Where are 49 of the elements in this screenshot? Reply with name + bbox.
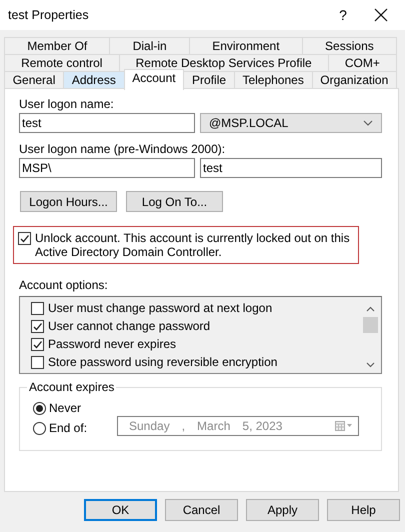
date-part: , [182, 419, 186, 433]
window-title: test Properties [8, 8, 90, 22]
checkbox-label: User must change password at next logon [48, 301, 272, 315]
date-part: 5, 2023 [242, 419, 282, 433]
tab[interactable]: Telephones [234, 71, 313, 88]
checkbox[interactable] [31, 302, 44, 315]
dialog-button[interactable]: Logon Hours... [20, 191, 117, 212]
tab[interactable]: Organization [312, 71, 397, 88]
section-label: Account options: [19, 278, 109, 292]
radio-label: Never [49, 401, 82, 415]
field-label: User logon name (pre-Windows 2000): [19, 142, 226, 156]
checkbox-label: Store password using reversible encryption [48, 355, 278, 369]
date-part: Sunday [129, 419, 170, 433]
checkbox-label: User cannot change password [48, 319, 210, 333]
dialog-button[interactable]: Cancel [165, 499, 238, 521]
checkbox[interactable] [31, 320, 44, 333]
scrollbar-thumb[interactable] [362, 317, 378, 333]
dialog-button[interactable]: Apply [246, 499, 319, 521]
radio-button[interactable] [33, 422, 46, 434]
dialog-button[interactable]: Help [327, 499, 400, 521]
help-button[interactable]: ? [321, 7, 365, 23]
close-icon[interactable] [373, 7, 389, 23]
tab[interactable]: Sessions [302, 37, 397, 54]
domain-dropdown[interactable]: @MSP.LOCAL [200, 113, 382, 133]
tab[interactable]: General [4, 71, 64, 88]
field-label: User logon name: [19, 97, 115, 111]
logon-name-field[interactable]: test [19, 113, 195, 133]
checkbox-label: Unlock account. This account is currently locked out on this Active Directory Domain Controller. [35, 231, 351, 259]
checkbox[interactable] [18, 232, 31, 245]
tab[interactable]: Account [124, 69, 184, 90]
dialog-button[interactable]: OK [84, 499, 157, 521]
checkbox[interactable] [31, 338, 44, 351]
group-label: Account expires [27, 380, 116, 394]
date-part: March [197, 419, 230, 433]
radio-button[interactable] [33, 402, 46, 414]
tab[interactable]: COM+ [328, 54, 397, 71]
checkbox[interactable] [31, 356, 44, 369]
tab[interactable]: Address [63, 71, 125, 88]
logon-name-field[interactable]: test [200, 158, 382, 178]
tab[interactable]: Remote control [4, 54, 120, 71]
tab[interactable]: Remote Desktop Services Profile [118, 54, 329, 71]
scroll-up-icon[interactable] [366, 306, 374, 312]
tab[interactable]: Member Of [4, 37, 110, 54]
checkbox-label: Password never expires [48, 337, 176, 351]
domain-prefix-field[interactable]: MSP\ [19, 158, 195, 178]
dialog-button[interactable]: Log On To... [126, 191, 223, 212]
chevron-down-icon [363, 120, 373, 126]
radio-label: End of: [49, 421, 88, 435]
scroll-down-icon[interactable] [366, 362, 374, 368]
